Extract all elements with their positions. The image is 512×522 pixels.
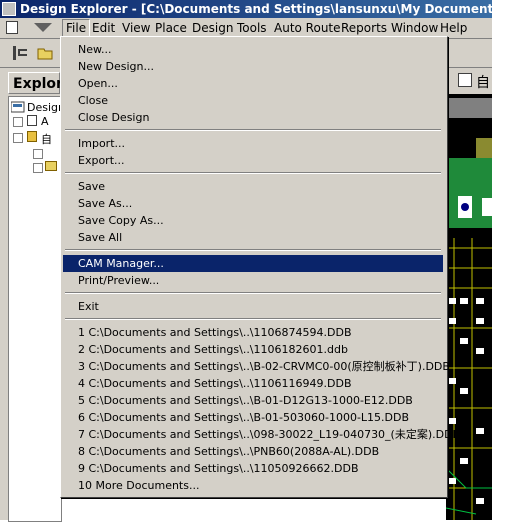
title-bar: Design Explorer - [C:\Documents and Sett… [0, 0, 492, 18]
menu-design[interactable]: Design [189, 20, 236, 36]
menu-item-new[interactable]: New... [63, 41, 443, 58]
recent-file-6[interactable]: 6 C:\Documents and Settings\..\B-01-5030… [63, 409, 443, 426]
menu-item-exit[interactable]: Exit [63, 298, 443, 315]
menu-separator [65, 249, 441, 251]
menu-file[interactable]: File [62, 19, 91, 37]
expand-icon[interactable] [33, 149, 43, 159]
menu-item-save-as[interactable]: Save As... [63, 195, 443, 212]
recent-file-5[interactable]: 5 C:\Documents and Settings\..\B-01-D12G… [63, 392, 443, 409]
menu-item-save-all[interactable]: Save All [63, 229, 443, 246]
menu-auto-route[interactable]: Auto Route [271, 20, 344, 36]
menu-place[interactable]: Place [152, 20, 190, 36]
expand-icon[interactable] [13, 117, 23, 127]
page-margin [492, 0, 512, 520]
window-title: Design Explorer - [C:\Documents and Sett… [20, 2, 492, 16]
explorer-panel: Explore Design A 自 [0, 68, 72, 522]
menu-separator [65, 129, 441, 131]
recent-file-9[interactable]: 9 C:\Documents and Settings\..\110509266… [63, 460, 443, 477]
menu-item-save-copy-as[interactable]: Save Copy As... [63, 212, 443, 229]
menu-help[interactable]: Help [437, 20, 470, 36]
menu-item-import[interactable]: Import... [63, 135, 443, 152]
open-folder-icon[interactable] [36, 43, 56, 63]
menu-item-print-preview[interactable]: Print/Preview... [63, 272, 443, 289]
menu-item-cam-manager[interactable]: CAM Manager... [63, 255, 443, 272]
menu-item-close-design[interactable]: Close Design [63, 109, 443, 126]
collapse-icon[interactable] [33, 163, 43, 173]
recent-file-4[interactable]: 4 C:\Documents and Settings\..\110611694… [63, 375, 443, 392]
recent-file-7[interactable]: 7 C:\Documents and Settings\..\098-30022… [63, 426, 460, 443]
menu-view[interactable]: View [119, 20, 153, 36]
pcb-layout-graphic [446, 98, 492, 520]
menu-separator [65, 318, 441, 320]
recent-file-2[interactable]: 2 C:\Documents and Settings\..\110618260… [63, 341, 443, 358]
menu-item-save[interactable]: Save [63, 178, 443, 195]
doc-icon[interactable] [6, 21, 18, 34]
menu-edit[interactable]: Edit [89, 20, 118, 36]
tree-root-icon[interactable] [10, 101, 25, 116]
document-icon [27, 115, 37, 126]
recent-file-1[interactable]: 1 C:\Documents and Settings\..\110687459… [63, 324, 443, 341]
pcb-canvas[interactable] [446, 68, 492, 520]
menu-item-new-design[interactable]: New Design... [63, 58, 443, 75]
menu-window[interactable]: Window [388, 20, 441, 36]
menu-item-open[interactable]: Open... [63, 75, 443, 92]
menu-item-close[interactable]: Close [63, 92, 443, 109]
database-icon [27, 131, 37, 142]
explorer-toggle-icon[interactable] [10, 43, 30, 63]
file-menu-dropdown: New... New Design... Open... Close Close… [60, 36, 460, 498]
menu-reports[interactable]: Reports [338, 20, 390, 36]
tree-item-db[interactable]: 自 [41, 131, 52, 147]
explorer-title: Explore [8, 72, 72, 94]
recent-file-8[interactable]: 8 C:\Documents and Settings\..\PNB60(208… [63, 443, 443, 460]
pcb-tab-label: 自 [476, 75, 490, 91]
explorer-tree: Design A 自 [8, 96, 65, 522]
pcb-doc-icon [458, 73, 472, 87]
menu-tools[interactable]: Tools [234, 20, 270, 36]
arrow-icon[interactable] [34, 23, 52, 32]
menu-separator [65, 292, 441, 294]
pcb-document-tab[interactable]: 自 [446, 68, 492, 94]
recent-file-3[interactable]: 3 C:\Documents and Settings\..\B-02-CRVM… [63, 358, 450, 375]
folder-icon [45, 161, 57, 171]
menu-item-export[interactable]: Export... [63, 152, 443, 169]
menu-separator [65, 172, 441, 174]
tree-item-a[interactable]: A [41, 115, 49, 128]
app-icon [2, 2, 16, 16]
collapse-icon[interactable] [13, 133, 23, 143]
more-documents[interactable]: 10 More Documents... [63, 477, 443, 494]
